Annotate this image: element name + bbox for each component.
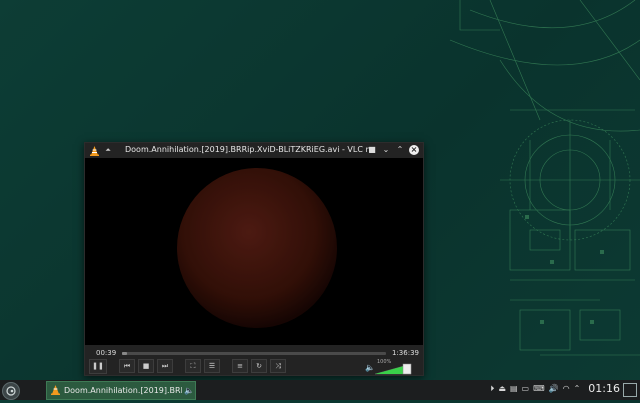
battery-icon[interactable]: ▭: [522, 384, 530, 393]
keep-above-icon[interactable]: ⏶: [103, 145, 113, 157]
window-titlebar[interactable]: ⏶ Doom.Annihilation.[2019].BRRip.XviD-BL…: [85, 143, 423, 158]
maximize-icon[interactable]: ⌃: [395, 145, 405, 155]
volume-icon: 🔈: [184, 386, 194, 395]
next-button[interactable]: ⏭: [157, 359, 173, 373]
stop-button[interactable]: ■: [138, 359, 154, 373]
playback-controls: 00:39 1:36:39 ❚❚ ⏮ ■ ⏭ ⛶ ☰ ≡ ↻ ⤨ 🔈 100%: [85, 345, 423, 375]
media-icon[interactable]: ⏵: [490, 384, 494, 394]
shuffle-button[interactable]: ⤨: [270, 359, 286, 373]
application-launcher-button[interactable]: [2, 382, 20, 400]
seek-slider[interactable]: [122, 352, 386, 355]
notes-icon[interactable]: ⏏: [498, 384, 506, 393]
vlc-window: ⏶ Doom.Annihilation.[2019].BRRip.XviD-BL…: [84, 142, 424, 376]
time-elapsed: 00:39: [96, 349, 117, 357]
playlist-button[interactable]: ≡: [232, 359, 248, 373]
speaker-icon[interactable]: 🔈: [365, 363, 375, 372]
volume-slider[interactable]: 100%: [374, 359, 413, 375]
show-desktop-button[interactable]: [623, 383, 637, 397]
clipboard-icon[interactable]: ▤: [510, 384, 518, 393]
vlc-cone-icon: [51, 384, 60, 397]
time-total[interactable]: 1:36:39: [392, 349, 419, 357]
loop-button[interactable]: ↻: [251, 359, 267, 373]
close-icon[interactable]: ×: [409, 145, 419, 155]
system-tray: ⏵ ⏏ ▤ ▭ ⌨ 🔊 ◠ ⌃ 01:16: [490, 382, 620, 395]
play-pause-button[interactable]: ❚❚: [89, 358, 107, 374]
seek-progress: [122, 352, 128, 355]
arrow-up-icon[interactable]: ⌃: [574, 384, 581, 393]
task-item-vlc[interactable]: Doom.Annihilation.[2019].BRRip.Xvi... 🔈: [46, 381, 196, 400]
minimize-icon[interactable]: ⌄: [381, 145, 391, 155]
video-frame-moon: [85, 158, 423, 345]
volume-label: 100%: [377, 359, 392, 365]
extended-settings-button[interactable]: ☰: [204, 359, 220, 373]
clock[interactable]: 01:16: [588, 382, 620, 395]
task-item-label: Doom.Annihilation.[2019].BRRip.Xvi...: [64, 386, 182, 395]
fullscreen-button[interactable]: ⛶: [185, 359, 201, 373]
taskbar: Doom.Annihilation.[2019].BRRip.Xvi... 🔈 …: [0, 380, 640, 400]
window-title: Doom.Annihilation.[2019].BRRip.XviD-BLiT…: [125, 145, 373, 154]
wallpaper-blueprint-art: [449, 0, 640, 356]
devices-icon[interactable]: ⌨: [533, 384, 545, 393]
stop-square-icon[interactable]: ■: [367, 145, 377, 155]
vlc-cone-icon: [89, 145, 99, 157]
previous-button[interactable]: ⏮: [119, 359, 135, 373]
network-icon[interactable]: ◠: [563, 384, 570, 393]
video-surface[interactable]: [85, 158, 423, 345]
volume-icon[interactable]: 🔊: [549, 384, 559, 393]
